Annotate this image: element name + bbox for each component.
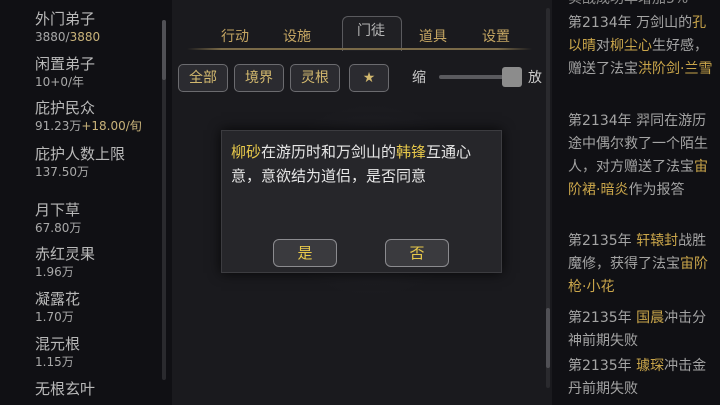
resource-panel: 外门弟子 3880/3880 闲置弟子 10+0/年 庇护民众 91.23万+1…	[0, 0, 172, 405]
tab-settings[interactable]: 设置	[482, 26, 510, 46]
log-entry: 第2134年 万剑山的孔以晴对柳尘心生好感，赠送了法宝洪阶剑·兰雪	[568, 12, 718, 81]
left-scrollbar[interactable]	[162, 20, 166, 380]
no-button[interactable]: 否	[385, 239, 449, 267]
log-highlight: 柳尘心	[610, 38, 652, 54]
tab-actions[interactable]: 行动	[221, 26, 249, 46]
stat-protection-cap: 庇护人数上限 137.50万	[35, 145, 165, 180]
confirm-dialog: 柳砂在游历时和万剑山的韩锋互通心意，意欲结为道侣，是否同意 是 否	[221, 130, 502, 273]
stat-label: 月下草	[35, 201, 81, 219]
stat-label: 庇护民众	[35, 99, 96, 117]
stat-herb-red-fruit: 赤红灵果 1.96万	[35, 245, 165, 280]
stat-outer-disciples: 外门弟子 3880/3880	[35, 10, 165, 45]
stat-label: 外门弟子	[35, 10, 96, 28]
tab-disciples[interactable]: 门徒	[357, 20, 385, 40]
log-highlight: 轩辕封	[636, 233, 679, 249]
stat-label: 混元根	[35, 335, 81, 353]
zoom-out-label: 缩	[412, 70, 426, 86]
message-text: 在游历时和万剑山的	[261, 143, 397, 161]
scroll-thumb[interactable]	[162, 20, 166, 80]
log-highlight: 洪阶剑·兰雪	[638, 61, 713, 77]
tab-items[interactable]: 道具	[419, 26, 447, 46]
stat-value: 1.70万	[35, 310, 74, 324]
tab-divider	[187, 48, 532, 50]
star-icon: ★	[362, 70, 376, 86]
stat-label: 闲置弟子	[35, 55, 96, 73]
stat-value-accent: +18.00/旬	[81, 119, 142, 133]
log-fragment: 实战成功率增加5%	[568, 0, 688, 8]
zoom-in-label: 放	[528, 70, 542, 86]
stat-label: 无根玄叶	[35, 380, 96, 398]
zoom-slider-thumb[interactable]	[502, 67, 522, 87]
log-highlight: 国晨	[636, 310, 665, 326]
stat-value: 137.50万	[35, 165, 89, 179]
log-entry: 第2134年 羿同在游历途中偶尔救了一个陌生人，对方赠送了法宝宙阶裙·暗炎作为报…	[568, 110, 718, 202]
stat-protected-people: 庇护民众 91.23万+18.00/旬	[35, 99, 165, 134]
right-scrollbar[interactable]	[546, 8, 550, 388]
stat-value: 10+0/年	[35, 75, 85, 89]
stat-label: 赤红灵果	[35, 245, 96, 263]
log-text: 对	[596, 38, 610, 54]
stat-idle-disciples: 闲置弟子 10+0/年	[35, 55, 165, 90]
disciple-name: 柳砂	[231, 143, 262, 161]
stat-herb-rootless-leaf: 无根玄叶	[35, 380, 165, 398]
scroll-thumb[interactable]	[546, 308, 550, 368]
log-entry: 第2135年 轩辕封战胜魔修，获得了法宝宙阶枪·小花	[568, 230, 718, 299]
filter-spirit-root-button[interactable]: 灵根	[290, 64, 340, 92]
stat-value-accent: 3880	[69, 30, 101, 44]
stat-value: 67.80万	[35, 221, 82, 235]
stat-herb-hunyuan-root: 混元根 1.15万	[35, 335, 165, 370]
stat-value: 1.15万	[35, 355, 74, 369]
log-text: 第2135年	[568, 233, 637, 249]
stat-value: 91.23万	[35, 119, 82, 133]
log-entry: 第2135年 国晨冲击分神前期失败	[568, 307, 718, 353]
tab-bar: 行动 设施 门徒 道具 设置	[187, 8, 532, 51]
tab-facilities[interactable]: 设施	[283, 26, 311, 46]
stat-herb-dew-flower: 凝露花 1.70万	[35, 290, 165, 325]
stat-value: 1.96万	[35, 265, 74, 279]
dialog-message: 柳砂在游历时和万剑山的韩锋互通心意，意欲结为道侣，是否同意	[231, 140, 493, 188]
log-text: 第2134年 万剑山的	[568, 15, 693, 31]
log-text: 第2134年 羿同在游历途中偶尔救了一个陌生人，对方赠送了法宝	[568, 113, 708, 175]
stat-value: 3880/	[35, 30, 70, 44]
log-text: 作为报答	[628, 182, 685, 198]
partner-name: 韩锋	[396, 143, 427, 161]
filter-realm-button[interactable]: 境界	[234, 64, 284, 92]
yes-button[interactable]: 是	[273, 239, 337, 267]
log-highlight: 璩琛	[636, 358, 665, 374]
stat-label: 凝露花	[35, 290, 81, 308]
filter-favorite-button[interactable]: ★	[349, 64, 389, 92]
log-text: 第2135年	[568, 358, 637, 374]
filter-all-button[interactable]: 全部	[178, 64, 228, 92]
stat-label: 庇护人数上限	[35, 145, 126, 163]
stat-herb-moon-grass: 月下草 67.80万	[35, 201, 165, 236]
event-log-panel: 实战成功率增加5% 第2134年 万剑山的孔以晴对柳尘心生好感，赠送了法宝洪阶剑…	[552, 0, 720, 405]
log-entry: 第2135年 璩琛冲击金丹前期失败	[568, 355, 718, 401]
log-text: 第2135年	[568, 310, 637, 326]
